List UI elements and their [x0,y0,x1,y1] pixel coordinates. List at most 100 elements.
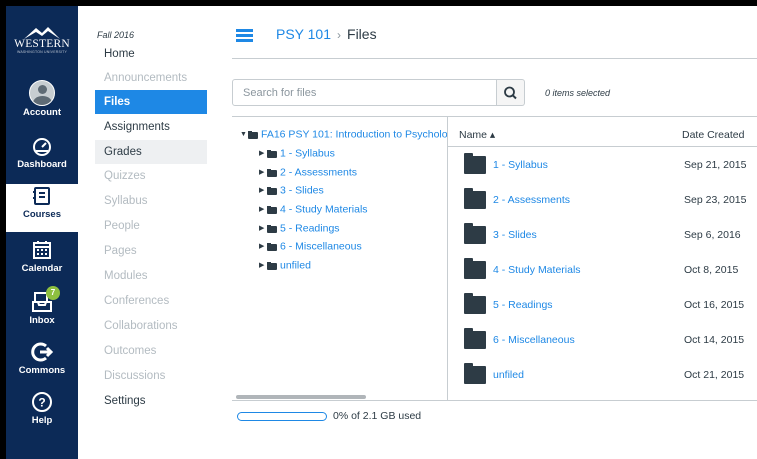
caret-right-icon: ▶ [259,206,265,213]
folder-icon [267,168,277,177]
tree-root[interactable]: ▼ FA16 PSY 101: Introduction to Psycholog… [240,126,447,143]
file-row[interactable]: 3 - Slides Sep 6, 2016 [448,217,757,252]
selected-count: 0 items selected [545,88,611,98]
course-nav-discussions[interactable]: Discussions [95,364,207,388]
file-name[interactable]: 2 - Assessments [493,194,570,206]
folder-icon [267,242,277,251]
avatar [29,80,55,106]
course-nav-files[interactable]: Files [95,90,207,114]
tree-folder-label: 6 - Miscellaneous [280,240,362,253]
file-date: Sep 23, 2015 [684,194,747,206]
file-name[interactable]: 5 - Readings [493,299,553,311]
course-nav-modules[interactable]: Modules [95,264,207,288]
caret-right-icon: ▶ [259,243,265,250]
folder-icon [464,293,486,314]
folder-icon [464,153,486,174]
nav-account[interactable]: Account [6,80,78,128]
commons-icon [31,342,54,362]
logo-text: WESTERN [14,38,70,50]
help-icon: ? [32,392,52,412]
hamburger-menu-icon[interactable] [236,29,253,42]
tree-folder-2[interactable]: ▶ 2 - Assessments [259,164,357,181]
folder-icon [267,186,277,195]
nav-calendar-label: Calendar [21,263,63,274]
tree-folder-5[interactable]: ▶ 5 - Readings [259,220,340,237]
tree-folder-unfiled[interactable]: ▶ unfiled [259,257,311,274]
nav-courses[interactable]: Courses [6,184,78,232]
folder-icon [267,205,277,214]
global-navigation: WESTERN WASHINGTON UNIVERSITY Account Da… [6,6,78,459]
course-nav-collaborations[interactable]: Collaborations [95,314,207,338]
tree-root-label: FA16 PSY 101: Introduction to Psychology [261,128,447,141]
breadcrumb: PSY 101 › Files [276,26,377,42]
nav-commons[interactable]: Commons [6,340,78,388]
course-nav-quizzes[interactable]: Quizzes [95,164,207,188]
file-row[interactable]: 1 - Syllabus Sep 21, 2015 [448,147,757,182]
folder-icon [464,328,486,349]
nav-calendar[interactable]: Calendar [6,238,78,286]
inbox-badge: 7 [46,286,60,300]
search-input[interactable] [232,79,497,106]
folder-icon [464,223,486,244]
tree-folder-6[interactable]: ▶ 6 - Miscellaneous [259,238,362,255]
column-header-date-created[interactable]: Date Created [682,129,744,141]
caret-right-icon: ▶ [259,169,265,176]
course-nav-home[interactable]: Home [95,42,207,66]
dashboard-icon [33,138,51,156]
folder-tree: ▼ FA16 PSY 101: Introduction to Psycholog… [232,117,447,400]
caret-right-icon: ▶ [259,150,265,157]
tree-bottom-border [232,400,448,401]
file-date: Sep 6, 2016 [684,229,741,241]
course-nav-pages[interactable]: Pages [95,239,207,263]
folder-icon [464,363,486,384]
file-list-bottom-border [448,400,757,401]
tree-folder-3[interactable]: ▶ 3 - Slides [259,182,324,199]
file-name[interactable]: 4 - Study Materials [493,264,581,276]
tree-horizontal-scrollbar[interactable] [236,395,366,399]
tree-folder-1[interactable]: ▶ 1 - Syllabus [259,145,335,162]
nav-dashboard[interactable]: Dashboard [6,134,78,182]
caret-right-icon: ▶ [259,262,265,269]
breadcrumb-course-link[interactable]: PSY 101 [276,26,331,42]
file-name[interactable]: 1 - Syllabus [493,159,548,171]
search-button[interactable] [497,79,525,106]
course-nav-assignments[interactable]: Assignments [95,115,207,139]
course-nav-conferences[interactable]: Conferences [95,289,207,313]
quota-text: 0% of 2.1 GB used [333,410,422,422]
breadcrumb-current[interactable]: Files [347,26,377,42]
caret-down-icon: ▼ [240,131,247,138]
nav-help[interactable]: ? Help [6,390,78,438]
file-row[interactable]: unfiled Oct 21, 2015 [448,357,757,392]
file-row[interactable]: 6 - Miscellaneous Oct 14, 2015 [448,322,757,357]
course-nav-outcomes[interactable]: Outcomes [95,339,207,363]
tree-folder-label: 3 - Slides [280,184,324,197]
course-nav-grades[interactable]: Grades [95,140,207,164]
file-row[interactable]: 5 - Readings Oct 16, 2015 [448,287,757,322]
file-name[interactable]: 6 - Miscellaneous [493,334,575,346]
course-nav-announcements[interactable]: Announcements [95,66,207,90]
course-nav-people[interactable]: People [95,214,207,238]
tree-folder-4[interactable]: ▶ 4 - Study Materials [259,201,368,218]
calendar-icon [33,241,51,259]
page-header: PSY 101 › Files [232,6,757,59]
file-date: Oct 14, 2015 [684,334,745,346]
folder-icon [267,224,277,233]
column-header-name[interactable]: Name ▴ [459,129,495,141]
file-row[interactable]: 4 - Study Materials Oct 8, 2015 [448,252,757,287]
logo-subtext: WASHINGTON UNIVERSITY [16,50,68,54]
folder-icon [267,261,277,270]
file-name[interactable]: unfiled [493,369,524,381]
file-name[interactable]: 3 - Slides [493,229,537,241]
course-nav-settings[interactable]: Settings [95,389,207,413]
course-nav-syllabus[interactable]: Syllabus [95,189,207,213]
svg-text:?: ? [38,396,45,410]
nav-inbox[interactable]: 7 Inbox [6,286,78,338]
courses-icon [33,187,50,205]
search-icon [504,86,517,100]
file-date: Oct 21, 2015 [684,369,745,381]
university-logo[interactable]: WESTERN WASHINGTON UNIVERSITY [6,24,78,54]
file-row[interactable]: 2 - Assessments Sep 23, 2015 [448,182,757,217]
term-label: Fall 2016 [97,30,135,40]
file-date: Oct 16, 2015 [684,299,745,311]
tree-folder-label: 4 - Study Materials [280,203,368,216]
